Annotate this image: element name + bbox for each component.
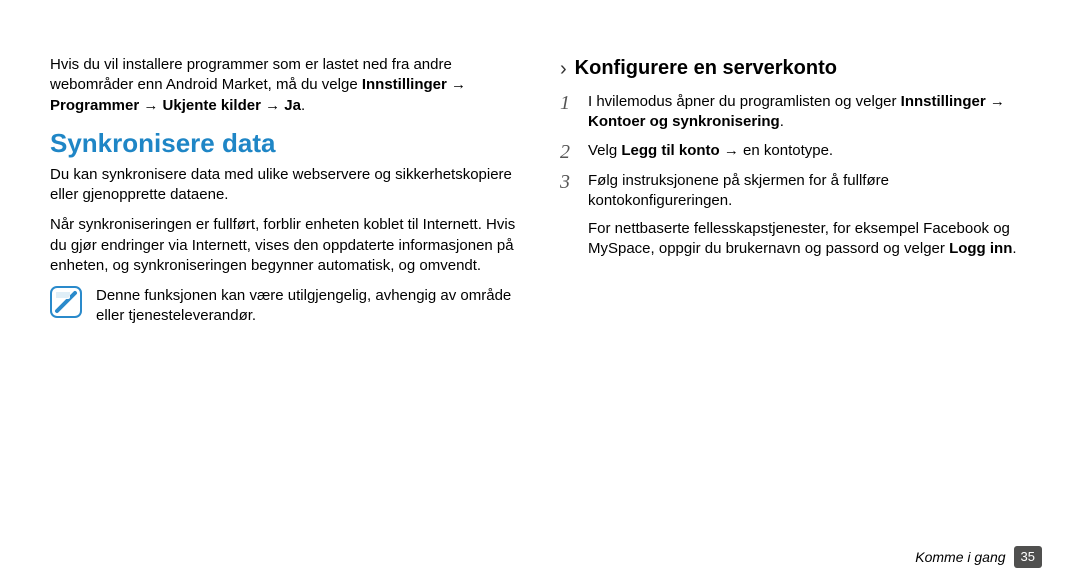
right-column: › Konfigurere en serverkonto 1 I hvilemo… [560, 50, 1030, 327]
step1-post: . [780, 113, 784, 130]
step3-follow-post: . [1012, 240, 1016, 257]
step3-follow-pre: For nettbaserte fellesskapstjenester, fo… [588, 220, 1010, 257]
page-footer: Komme i gang 35 [915, 546, 1042, 568]
step1-pre: I hvilemodus åpner du programlisten og v… [588, 93, 901, 110]
step-marker-1: 1 [560, 92, 576, 133]
step-3-body: Følg instruksjonene på skjermen for å fu… [588, 171, 1030, 212]
page-content: Hvis du vil installere programmer som er… [0, 0, 1080, 327]
step-1: 1 I hvilemodus åpner du programlisten og… [560, 92, 1030, 133]
note-block: Denne funksjonen kan være utilgjengelig,… [50, 286, 520, 327]
step-3-followup: For nettbaserte fellesskapstjenester, fo… [588, 219, 1030, 260]
step2-post: → en kontotype. [720, 142, 833, 159]
step3-follow-bold: Logg inn [949, 240, 1012, 257]
step-marker-2: 2 [560, 141, 576, 163]
sync-paragraph-1: Du kan synkronisere data med ulike webse… [50, 165, 520, 206]
note-icon [50, 286, 82, 318]
sync-paragraph-2: Når synkroniseringen er fullført, forbli… [50, 215, 520, 276]
step-2: 2 Velg Legg til konto → en kontotype. [560, 141, 1030, 163]
subsection-heading: Konfigurere en serverkonto [575, 55, 837, 82]
intro-paragraph: Hvis du vil installere programmer som er… [50, 55, 520, 116]
step2-bold: Legg til konto [621, 142, 719, 159]
step-1-body: I hvilemodus åpner du programlisten og v… [588, 92, 1030, 133]
left-column: Hvis du vil installere programmer som er… [50, 50, 520, 327]
footer-section-name: Komme i gang [915, 548, 1005, 567]
subsection-heading-row: › Konfigurere en serverkonto [560, 55, 1030, 82]
note-text: Denne funksjonen kan være utilgjengelig,… [96, 286, 520, 327]
chevron-right-icon: › [560, 59, 567, 79]
step2-pre: Velg [588, 142, 621, 159]
step-2-body: Velg Legg til konto → en kontotype. [588, 141, 1030, 163]
section-heading-synkronisere: Synkronisere data [50, 126, 520, 161]
step-3: 3 Følg instruksjonene på skjermen for å … [560, 171, 1030, 212]
step-marker-3: 3 [560, 171, 576, 212]
intro-post: . [301, 97, 305, 114]
page-number-badge: 35 [1014, 546, 1042, 568]
